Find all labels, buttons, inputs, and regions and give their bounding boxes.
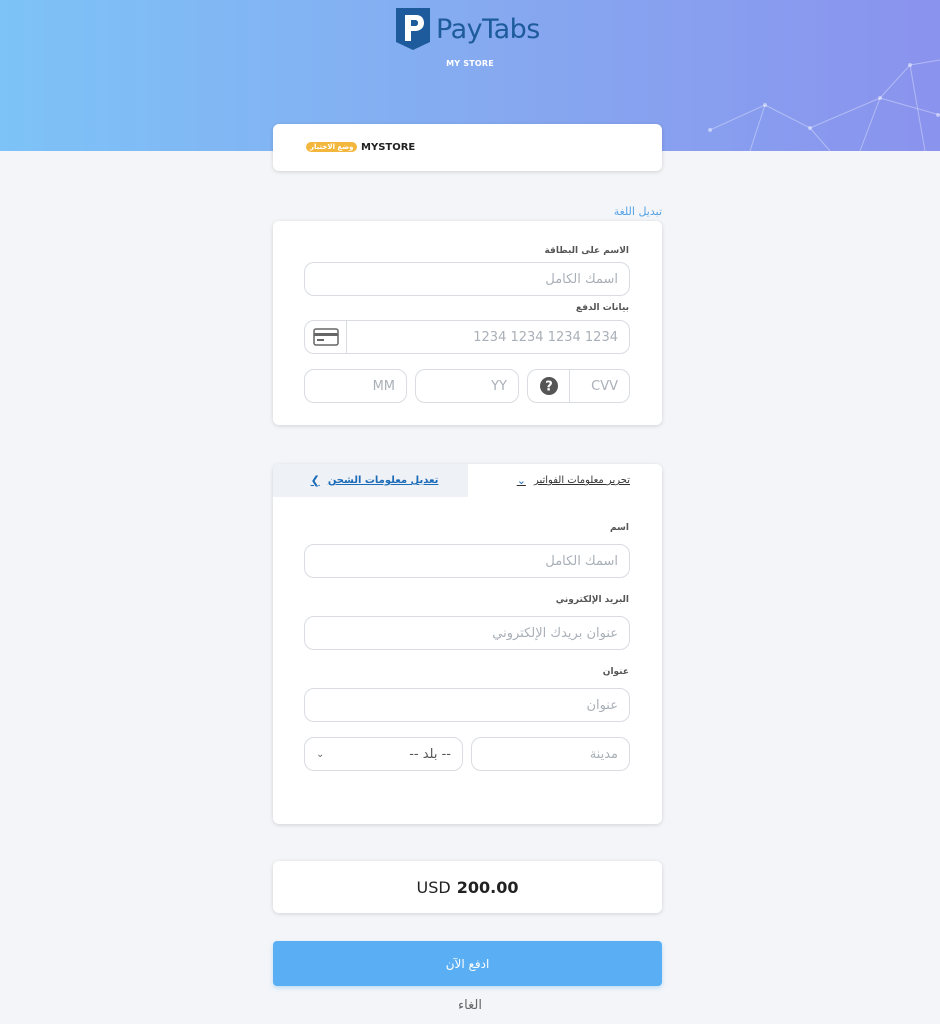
- merchant-name: MYSTORE: [361, 142, 416, 153]
- pay-now-button[interactable]: ادفع الآن: [273, 941, 662, 986]
- billing-name-input[interactable]: اسمك الكامل: [304, 544, 630, 578]
- address-label: عنوان: [602, 667, 629, 677]
- country-select[interactable]: ⌄ -- بلد --: [304, 737, 463, 771]
- address-input[interactable]: عنوان: [304, 688, 630, 722]
- test-mode-badge: وضع الاختبار: [306, 142, 358, 152]
- card-details-card: الاسم على البطاقة اسمك الكامل بيانات الد…: [273, 221, 662, 425]
- card-name-label: الاسم على البطاقة: [544, 246, 629, 256]
- network-decoration: [708, 59, 940, 151]
- chevron-left-icon: ❮: [310, 474, 320, 487]
- expiry-year-input[interactable]: YY: [415, 369, 519, 403]
- change-language-link[interactable]: تبديل اللغة: [614, 205, 662, 218]
- cancel-link[interactable]: الغاء: [0, 998, 940, 1013]
- paytabs-logo-icon: [396, 8, 430, 50]
- help-icon[interactable]: ?: [528, 370, 570, 402]
- card-number-input[interactable]: 1234 1234 1234 1234: [304, 320, 630, 354]
- email-label: البريد الإلكتروني: [555, 595, 629, 605]
- city-input[interactable]: مدينة: [471, 737, 630, 771]
- currency: USD: [416, 877, 451, 897]
- amount-value: 200.00: [456, 877, 519, 897]
- tab-shipping[interactable]: ❮ تعديل معلومات الشحن: [273, 464, 468, 497]
- card-name-input[interactable]: اسمك الكامل: [304, 262, 630, 296]
- expiry-month-input[interactable]: MM: [304, 369, 407, 403]
- chevron-down-icon: ⌄: [316, 748, 325, 760]
- cvv-input[interactable]: ? CVV: [527, 369, 630, 403]
- email-input[interactable]: عنوان بريدك الإلكتروني: [304, 616, 630, 650]
- chevron-down-icon: ⌄: [516, 474, 526, 487]
- paytabs-logo: PayTabs: [396, 8, 540, 50]
- store-name: MY STORE: [446, 59, 494, 68]
- svg-text:?: ?: [545, 380, 553, 395]
- billing-shipping-card: ❮ تعديل معلومات الشحن ⌄ تحرير معلومات ال…: [273, 464, 662, 824]
- credit-card-icon: [305, 321, 347, 353]
- tab-billing[interactable]: ⌄ تحرير معلومات الفواتير: [468, 464, 662, 497]
- logo-text: PayTabs: [436, 13, 540, 45]
- billing-name-label: اسم: [610, 523, 629, 533]
- payment-details-label: بيانات الدفع: [575, 303, 629, 313]
- merchant-card: وضع الاختبار MYSTORE: [273, 124, 662, 171]
- amount-card: USD 200.00: [273, 861, 662, 913]
